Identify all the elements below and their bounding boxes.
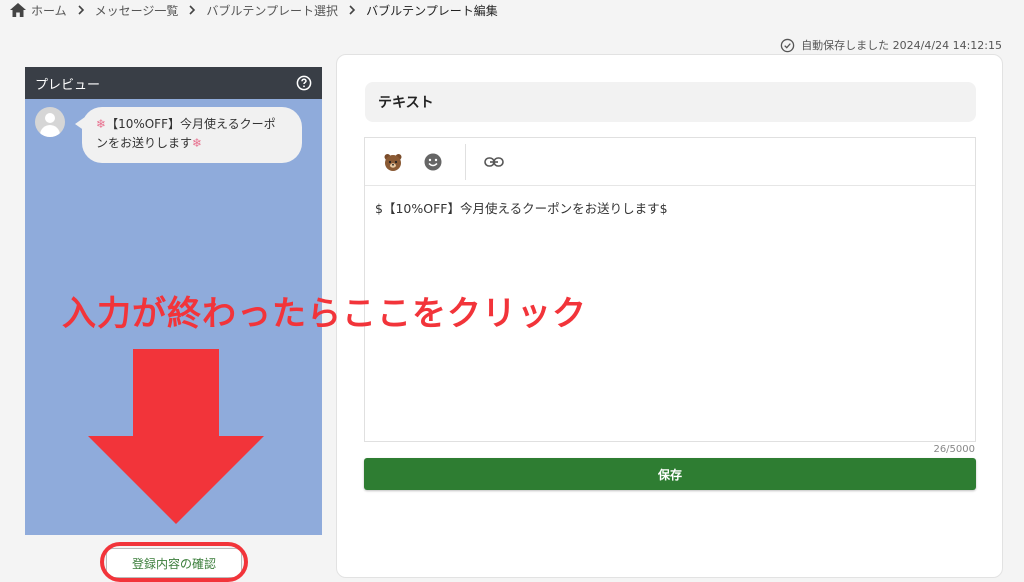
autosave-status: 自動保存しました 2024/4/24 14:12:15 (780, 37, 1002, 53)
message-line-1: 【10%OFF】今月使えるクーポ (106, 117, 276, 131)
breadcrumb: ホーム メッセージ一覧 バブルテンプレート選択 バブルテンプレート編集 (10, 0, 498, 20)
chevron-right-icon (188, 5, 196, 15)
avatar (35, 107, 65, 137)
chevron-right-icon (77, 5, 85, 15)
breadcrumb-message-list[interactable]: メッセージ一覧 (95, 2, 179, 19)
preview-header: プレビュー (25, 67, 322, 99)
toolbar-divider (465, 143, 466, 180)
breadcrumb-current: バブルテンプレート編集 (366, 3, 498, 18)
emoji-icon[interactable] (421, 150, 445, 174)
flower-icon: ❄ (192, 136, 203, 150)
home-icon (10, 3, 26, 17)
breadcrumb-template-select[interactable]: バブルテンプレート選択 (206, 2, 338, 19)
save-button[interactable]: 保存 (364, 458, 976, 490)
chevron-right-icon (348, 5, 356, 15)
section-title: テキスト (365, 82, 976, 122)
autosave-text: 自動保存しました 2024/4/24 14:12:15 (801, 39, 1002, 52)
arrow-down-icon (88, 349, 264, 524)
editor-toolbar (365, 138, 975, 186)
editor-textarea[interactable]: $【10%OFF】今月使えるクーポンをお送りします$ (365, 186, 975, 229)
check-circle-icon (780, 38, 795, 52)
char-counter: 26/5000 (933, 444, 975, 455)
preview-title: プレビュー (35, 77, 101, 93)
annotation-text: 入力が終わったらここをクリック (62, 294, 587, 334)
breadcrumb-home[interactable]: ホーム (10, 2, 67, 19)
bear-sticker-icon[interactable] (381, 150, 405, 174)
flower-icon: ❄ (96, 117, 107, 131)
link-icon[interactable] (482, 150, 506, 174)
breadcrumb-home-label: ホーム (31, 3, 67, 18)
confirm-registration-button[interactable]: 登録内容の確認 (106, 548, 242, 578)
message-line-2: ンをお送りします (96, 136, 193, 150)
help-icon[interactable] (296, 75, 312, 91)
message-bubble: ❄【10%OFF】今月使えるクーポ ンをお送りします❄ (82, 107, 302, 163)
